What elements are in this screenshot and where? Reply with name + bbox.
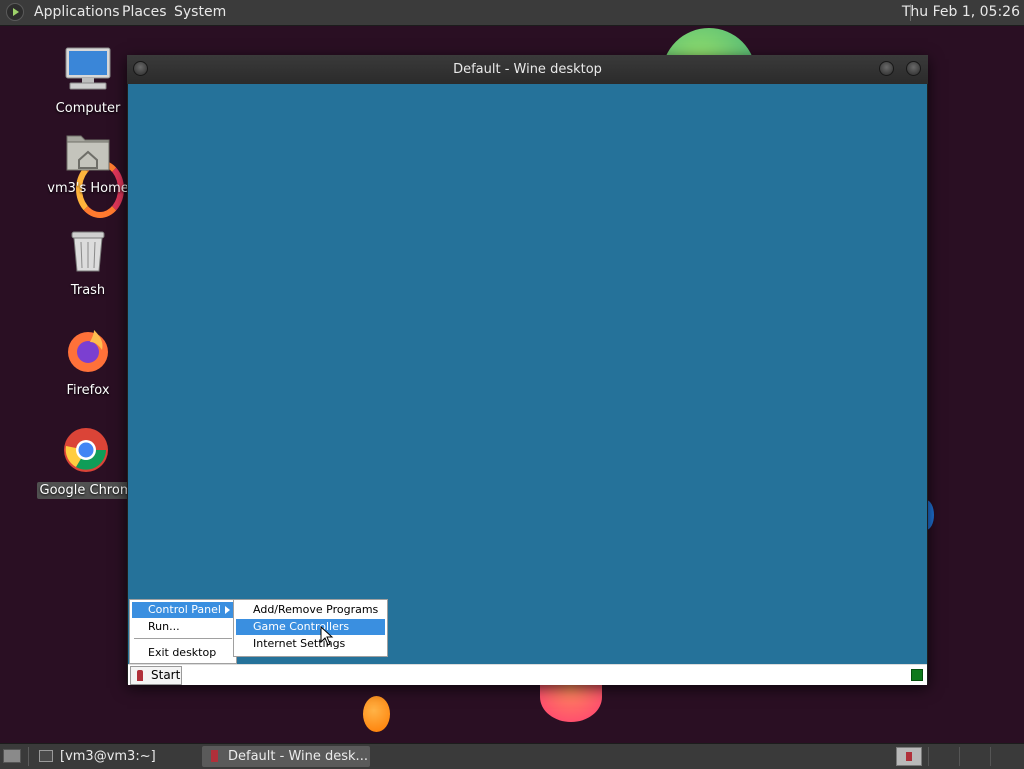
taskbar-item-label: [vm3@vm3:~] [60, 749, 156, 764]
home-folder-icon [38, 130, 138, 176]
taskbar-item-wine-desktop[interactable]: Default - Wine desk... [202, 746, 370, 767]
start-menu: Control Panel Run... Exit desktop [129, 599, 237, 664]
menu-separator [134, 638, 232, 639]
panel-separator [28, 747, 29, 766]
bottom-panel: [vm3@vm3:~] Default - Wine desk... [0, 743, 1024, 769]
menu-item-exit-desktop[interactable]: Exit desktop [132, 645, 234, 661]
minimize-button[interactable] [879, 61, 894, 76]
menu-item-label: Control Panel [148, 603, 221, 616]
window-titlebar[interactable]: Default - Wine desktop [127, 55, 928, 84]
top-panel: Applications Places System Thu Feb 1, 05… [0, 0, 1024, 26]
desktop-icon-firefox[interactable]: Firefox [38, 326, 138, 399]
trash-icon [38, 228, 138, 278]
desktop-icon-chrome[interactable]: Google Chrom [36, 426, 136, 499]
desktop-icon-label: vm3's Home [47, 181, 129, 196]
workspace-2[interactable] [928, 747, 959, 766]
desktop-icon-trash[interactable]: Trash [38, 228, 138, 299]
desktop-icon-label: Computer [55, 101, 121, 116]
menu-item-label: Exit desktop [148, 646, 217, 659]
menu-item-internet-settings[interactable]: Internet Settings [236, 636, 385, 652]
firefox-icon [38, 326, 138, 378]
window-title: Default - Wine desktop [453, 62, 602, 77]
menu-item-label: Add/Remove Programs [253, 603, 379, 616]
start-button[interactable]: Start [130, 666, 182, 685]
desktop-icon-home[interactable]: vm3's Home [38, 130, 138, 197]
menu-item-label: Game Controllers [253, 620, 350, 633]
applications-menu[interactable]: Applications [34, 4, 120, 20]
terminal-icon [39, 750, 53, 762]
taskbar-item-terminal[interactable]: [vm3@vm3:~] [34, 746, 198, 767]
menu-item-run[interactable]: Run... [132, 619, 234, 635]
chrome-icon [36, 426, 136, 478]
places-menu[interactable]: Places [122, 4, 167, 20]
desktop-icon-label: Google Chrom [36, 482, 136, 499]
control-panel-submenu: Add/Remove Programs Game Controllers Int… [233, 599, 388, 657]
menu-item-game-controllers[interactable]: Game Controllers [236, 619, 385, 635]
wine-window-thumbnail [906, 752, 912, 761]
workspace-3[interactable] [959, 747, 990, 766]
systray-icon[interactable] [911, 669, 923, 681]
system-menu[interactable]: System [174, 4, 226, 20]
workspace-4[interactable] [990, 747, 1021, 766]
workspace-1[interactable] [896, 747, 922, 766]
wine-glass-icon [137, 670, 143, 681]
menu-item-add-remove-programs[interactable]: Add/Remove Programs [236, 602, 385, 618]
desktop-icon-computer[interactable]: Computer [38, 46, 138, 117]
start-label: Start [151, 668, 181, 682]
submenu-arrow-icon [225, 606, 230, 614]
clock[interactable]: Thu Feb 1, 05:26 [902, 4, 1020, 20]
taskbar-item-label: Default - Wine desk... [228, 749, 368, 764]
computer-icon [38, 46, 138, 96]
desktop-icon-label: Trash [70, 283, 106, 298]
wine-desktop-window[interactable]: Default - Wine desktop Start [127, 55, 928, 685]
wine-icon [211, 750, 218, 762]
menu-item-label: Run... [148, 620, 180, 633]
distro-logo-icon[interactable] [6, 3, 24, 21]
wallpaper-shape [363, 696, 390, 732]
close-button[interactable] [906, 61, 921, 76]
show-desktop-icon[interactable] [3, 749, 21, 763]
wine-desktop-area[interactable] [128, 84, 927, 664]
menu-item-control-panel[interactable]: Control Panel [132, 602, 234, 618]
wine-taskbar: Start [128, 664, 927, 685]
desktop-icon-label: Firefox [66, 383, 110, 398]
